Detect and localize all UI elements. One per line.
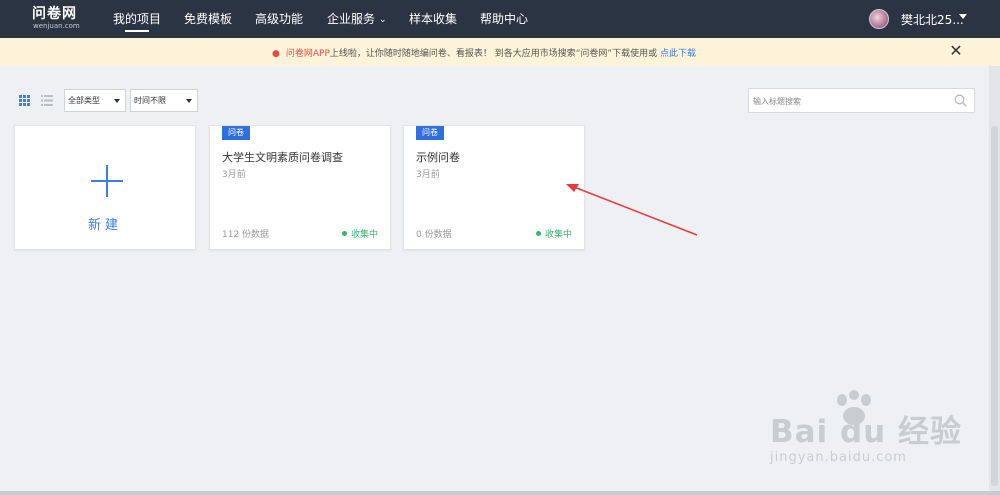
project-card[interactable]: 问卷 大学生文明素质问卷调查 3月前 112 份数据 收集中 — [209, 125, 391, 250]
watermark-url: jingyan.baidu.com — [770, 450, 907, 465]
project-title[interactable]: 示例问卷 — [416, 149, 460, 165]
horizontal-scrollbar[interactable] — [0, 491, 1000, 495]
project-time: 3月前 — [416, 170, 440, 180]
username[interactable]: 樊北北25... — [901, 11, 964, 28]
dropdown-arrow-icon — [114, 99, 120, 103]
survey-badge: 问卷 — [416, 126, 444, 140]
close-icon[interactable]: ✕ — [948, 43, 964, 59]
project-time: 3月前 — [222, 170, 246, 180]
search-input[interactable] — [753, 93, 943, 109]
project-title[interactable]: 大学生文明素质问卷调查 — [222, 149, 343, 165]
type-filter-select[interactable]: 全部类型 — [64, 89, 126, 112]
nav-enterprise-services[interactable]: 企业服务 ⌄ — [327, 11, 387, 28]
baidu-watermark: Bai du 经验 jingyan.baidu.com — [770, 390, 970, 470]
nav-enterprise-label: 企业服务 — [327, 12, 376, 26]
notice-brand: 问卷网APP — [285, 49, 330, 59]
nav-my-projects[interactable]: 我的项目 — [113, 11, 161, 32]
time-filter-value: 时间不限 — [134, 96, 166, 105]
grid-view-icon[interactable] — [19, 95, 30, 106]
survey-badge: 问卷 — [222, 126, 250, 140]
time-filter-select[interactable]: 时间不限 — [130, 89, 198, 112]
notice-message: 上线啦，让你随时随地编问卷、看报表！ 到各大应用市场搜索“问卷网”下载使用或 — [329, 49, 660, 59]
search-icon[interactable] — [954, 94, 967, 107]
new-project-card[interactable]: 新建 — [14, 125, 196, 250]
watermark-text: Bai du 经验 — [770, 414, 963, 450]
nav-free-templates[interactable]: 免费模板 — [184, 11, 232, 27]
notice-dot-icon: ● — [272, 49, 280, 59]
status-dot-icon — [535, 231, 541, 236]
response-count: 112 份数据 — [222, 230, 270, 240]
vertical-scrollbar[interactable] — [989, 66, 1000, 495]
search-box — [748, 88, 975, 113]
plus-icon — [91, 165, 123, 197]
project-card[interactable]: 问卷 示例问卷 3月前 0 份数据 收集中 — [403, 125, 585, 250]
notice-text: ● 问卷网APP上线啦，让你随时随地编问卷、看报表！ 到各大应用市场搜索“问卷网”… — [272, 46, 696, 59]
status-dot-icon — [341, 231, 347, 236]
logo[interactable]: 问卷网 wenjuan.com — [32, 6, 80, 30]
nav-help-center[interactable]: 帮助中心 — [480, 11, 528, 27]
nav-sample-collection[interactable]: 样本收集 — [409, 11, 457, 27]
type-filter-value: 全部类型 — [68, 96, 100, 105]
avatar[interactable] — [869, 9, 889, 29]
dropdown-arrow-icon — [186, 99, 192, 103]
user-menu-caret-icon[interactable] — [959, 14, 967, 19]
logo-text: 问卷网 — [32, 6, 77, 22]
response-count: 0 份数据 — [416, 230, 452, 240]
new-project-label: 新建 — [87, 218, 122, 233]
annotation-arrow-icon — [566, 184, 698, 236]
download-link[interactable]: 点此下载 — [660, 49, 696, 59]
status-label: 收集中 — [350, 230, 378, 240]
top-nav-bar: 问卷网 wenjuan.com 我的项目 免费模板 高级功能 企业服务 ⌄ 样本收… — [0, 0, 1000, 38]
status-badge: 收集中 — [341, 227, 378, 240]
chevron-down-icon: ⌄ — [379, 15, 387, 25]
scrollbar-thumb[interactable] — [991, 126, 998, 486]
notice-bar: ● 问卷网APP上线啦，让你随时随地编问卷、看报表！ 到各大应用市场搜索“问卷网”… — [0, 38, 1000, 66]
logo-subtext: wenjuan.com — [33, 22, 80, 30]
list-view-icon[interactable] — [41, 95, 53, 106]
nav-advanced-features[interactable]: 高级功能 — [255, 11, 303, 27]
